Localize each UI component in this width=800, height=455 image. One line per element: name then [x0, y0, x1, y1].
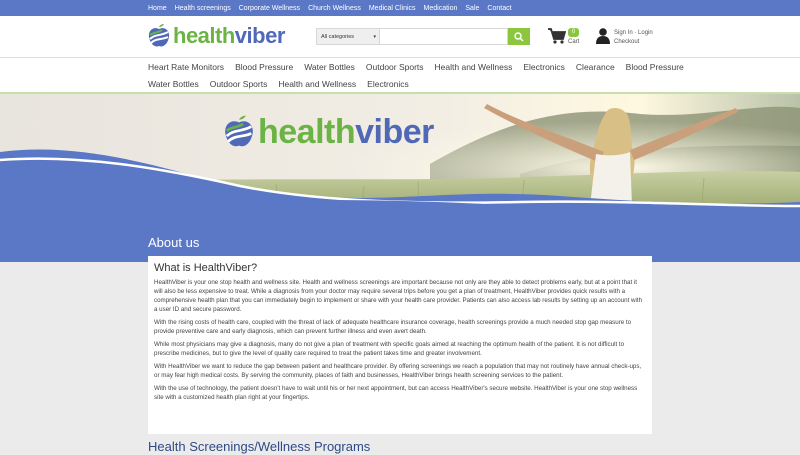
hero-banner: healthviber	[0, 94, 800, 228]
about-paragraph-1: HealthViber is your one stop health and …	[154, 279, 643, 313]
nav-item-outdoor-sports-2[interactable]: Outdoor Sports	[210, 79, 268, 89]
nav-item-blood-pressure-2[interactable]: Blood Pressure	[626, 62, 684, 72]
chevron-down-icon: ▾	[373, 34, 376, 40]
shopping-cart-icon	[548, 28, 566, 44]
search-button[interactable]	[508, 28, 530, 45]
about-card: What is HealthViber? HealthViber is your…	[148, 256, 652, 434]
top-link-sale[interactable]: Sale	[465, 5, 479, 12]
sign-in-link[interactable]: Sign In	[614, 30, 633, 36]
cart-label: Cart	[568, 39, 580, 45]
top-link-health-screenings[interactable]: Health screenings	[175, 5, 231, 12]
nav-item-health-and-wellness[interactable]: Health and Wellness	[435, 62, 513, 72]
hero-logo-text-health: health	[258, 113, 356, 151]
nav-item-water-bottles[interactable]: Water Bottles	[304, 62, 355, 72]
top-links: Home Health screenings Corporate Wellnes…	[148, 0, 512, 16]
top-link-medication[interactable]: Medication	[424, 5, 458, 12]
nav-row-1: Heart Rate Monitors Blood Pressure Water…	[148, 62, 684, 72]
category-navigation: Heart Rate Monitors Blood Pressure Water…	[0, 58, 800, 94]
login-link[interactable]: Login	[638, 30, 653, 36]
nav-item-heart-rate-monitors[interactable]: Heart Rate Monitors	[148, 62, 224, 72]
logo-text-health: health	[173, 23, 235, 48]
hero-logo: healthviber	[224, 114, 434, 150]
site-header: healthviber All categories ▾ 0 Cart Sign…	[0, 16, 800, 58]
nav-item-water-bottles-2[interactable]: Water Bottles	[148, 79, 199, 89]
nav-item-electronics-2[interactable]: Electronics	[367, 79, 409, 89]
cart-button[interactable]: 0 Cart	[548, 26, 584, 54]
top-navigation-bar: Home Health screenings Corporate Wellnes…	[0, 0, 800, 16]
top-link-church-wellness[interactable]: Church Wellness	[308, 5, 361, 12]
account-links: Sign In · Login Checkout	[614, 30, 653, 47]
top-link-corporate-wellness[interactable]: Corporate Wellness	[239, 5, 300, 12]
about-paragraph-5: With the use of technology, the patient …	[154, 385, 638, 401]
nav-item-health-and-wellness-2[interactable]: Health and Wellness	[278, 79, 356, 89]
cart-count-badge: 0	[568, 28, 579, 37]
nav-item-blood-pressure[interactable]: Blood Pressure	[235, 62, 293, 72]
search-bar: All categories ▾	[316, 28, 530, 45]
top-link-home[interactable]: Home	[148, 5, 167, 12]
hero-logo-wordmark: healthviber	[258, 114, 434, 150]
about-heading: About us	[148, 235, 200, 250]
nav-item-clearance[interactable]: Clearance	[576, 62, 615, 72]
account-area: Sign In · Login Checkout	[596, 27, 666, 51]
about-paragraph-4: With HealthViber we want to reduce the g…	[154, 363, 642, 379]
nav-item-outdoor-sports[interactable]: Outdoor Sports	[366, 62, 424, 72]
category-select-value: All categories	[321, 34, 355, 40]
apple-logo-icon	[225, 115, 253, 147]
user-icon	[596, 28, 610, 44]
about-paragraph-2: With the rising costs of health care, co…	[154, 319, 632, 335]
about-card-title: What is HealthViber?	[154, 262, 258, 274]
category-select[interactable]: All categories ▾	[316, 28, 380, 45]
nav-row-2: Water Bottles Outdoor Sports Health and …	[148, 79, 409, 89]
hero-logo-text-viber: viber	[355, 113, 434, 151]
site-logo[interactable]: healthviber	[148, 24, 285, 48]
checkout-link[interactable]: Checkout	[614, 38, 653, 47]
programs-heading: Health Screenings/Wellness Programs	[148, 439, 371, 454]
logo-text-viber: viber	[234, 23, 286, 48]
top-link-contact[interactable]: Contact	[487, 5, 511, 12]
main-content: About us What is HealthViber? HealthVibe…	[0, 228, 800, 455]
about-paragraph-3: While most physicians may give a diagnos…	[154, 341, 625, 357]
search-icon	[514, 31, 524, 41]
logo-wordmark: healthviber	[173, 24, 285, 48]
search-input[interactable]	[380, 28, 508, 45]
top-link-medical-clinics[interactable]: Medical Clinics	[369, 5, 416, 12]
nav-item-electronics[interactable]: Electronics	[523, 62, 565, 72]
apple-logo-icon	[148, 24, 170, 48]
